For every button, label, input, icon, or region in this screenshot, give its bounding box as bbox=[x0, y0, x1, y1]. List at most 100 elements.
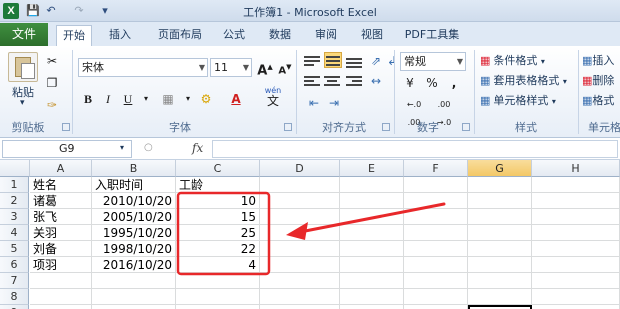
cut-icon[interactable]: ✂ bbox=[42, 52, 62, 70]
font-size-select[interactable]: 11 ▼ bbox=[210, 58, 252, 77]
cell-a8[interactable] bbox=[30, 289, 92, 305]
currency-button[interactable]: ¥ bbox=[400, 74, 420, 92]
cell-styles-button[interactable]: ▦ 单元格样式 ▾ bbox=[480, 92, 556, 108]
cell-h9[interactable] bbox=[532, 305, 620, 309]
row-header-8[interactable]: 8 bbox=[0, 289, 29, 305]
font-color-icon[interactable]: A bbox=[226, 90, 246, 108]
tab-file[interactable]: 文件 bbox=[0, 23, 48, 46]
cell-g2[interactable] bbox=[468, 193, 532, 209]
row-header-5[interactable]: 5 bbox=[0, 241, 29, 257]
row-header-6[interactable]: 6 bbox=[0, 257, 29, 273]
cell-d4[interactable] bbox=[260, 225, 340, 241]
column-header-h[interactable]: H bbox=[532, 160, 620, 177]
font-name-select[interactable]: 宋体 ▼ bbox=[78, 58, 208, 77]
cell-c3[interactable]: 15 bbox=[176, 209, 260, 225]
cell-h3[interactable] bbox=[532, 209, 620, 225]
decrease-indent-icon[interactable]: ⇤ bbox=[304, 94, 324, 112]
column-header-d[interactable]: D bbox=[260, 160, 340, 177]
cell-a3[interactable]: 张飞 bbox=[30, 209, 92, 225]
cell-c7[interactable] bbox=[176, 273, 260, 289]
merge-center-icon[interactable]: ↔ bbox=[366, 72, 386, 90]
cell-d5[interactable] bbox=[260, 241, 340, 257]
format-as-table-button[interactable]: ▦ 套用表格格式 ▾ bbox=[480, 72, 567, 88]
cell-c6[interactable]: 4 bbox=[176, 257, 260, 273]
cell-c2[interactable]: 10 bbox=[176, 193, 260, 209]
cell-a1[interactable]: 姓名 bbox=[30, 177, 92, 193]
cell-f2[interactable] bbox=[404, 193, 468, 209]
select-all-corner[interactable] bbox=[0, 160, 30, 177]
cell-b2[interactable]: 2010/10/20 bbox=[92, 193, 176, 209]
fill-color-icon[interactable]: ⚙ bbox=[196, 90, 216, 108]
increase-decimal-button[interactable]: ←.0 .00 bbox=[400, 96, 428, 127]
row-header-2[interactable]: 2 bbox=[0, 193, 29, 209]
active-cell-g9[interactable] bbox=[468, 305, 532, 309]
column-header-e[interactable]: E bbox=[340, 160, 404, 177]
tab-insert[interactable]: 插入 bbox=[102, 25, 138, 46]
cell-f5[interactable] bbox=[404, 241, 468, 257]
cell-e5[interactable] bbox=[340, 241, 404, 257]
cell-e4[interactable] bbox=[340, 225, 404, 241]
cell-h1[interactable] bbox=[532, 177, 620, 193]
cell-b7[interactable] bbox=[92, 273, 176, 289]
cell-f8[interactable] bbox=[404, 289, 468, 305]
cell-g6[interactable] bbox=[468, 257, 532, 273]
alignment-launcher-icon[interactable] bbox=[382, 123, 390, 131]
cell-b6[interactable]: 2016/10/20 bbox=[92, 257, 176, 273]
format-painter-icon[interactable]: ✑ bbox=[42, 96, 62, 114]
underline-dropdown-icon[interactable]: ▾ bbox=[136, 90, 156, 108]
tab-pdf-tools[interactable]: PDF工具集 bbox=[400, 25, 464, 46]
align-middle-icon[interactable] bbox=[324, 52, 342, 68]
paste-dropdown-icon[interactable]: ▾ bbox=[20, 98, 25, 108]
cell-h7[interactable] bbox=[532, 273, 620, 289]
grow-font-button[interactable]: A▲ bbox=[255, 58, 275, 78]
percent-button[interactable]: % bbox=[422, 74, 442, 92]
cell-d6[interactable] bbox=[260, 257, 340, 273]
cell-g7[interactable] bbox=[468, 273, 532, 289]
align-right-icon[interactable] bbox=[346, 74, 364, 90]
formula-input[interactable] bbox=[212, 140, 618, 158]
cell-g5[interactable] bbox=[468, 241, 532, 257]
cell-e8[interactable] bbox=[340, 289, 404, 305]
shrink-font-button[interactable]: A▼ bbox=[275, 58, 295, 76]
cell-d1[interactable] bbox=[260, 177, 340, 193]
row-header-7[interactable]: 7 bbox=[0, 273, 29, 289]
name-box[interactable]: G9 bbox=[2, 140, 132, 158]
row-header-3[interactable]: 3 bbox=[0, 209, 29, 225]
align-left-icon[interactable] bbox=[304, 74, 322, 90]
cell-c8[interactable] bbox=[176, 289, 260, 305]
number-format-select[interactable]: 常规 ▼ bbox=[400, 52, 466, 71]
cell-g4[interactable] bbox=[468, 225, 532, 241]
column-header-f[interactable]: F bbox=[404, 160, 468, 177]
phonetic-icon[interactable]: wén 文 bbox=[262, 86, 284, 107]
cell-g8[interactable] bbox=[468, 289, 532, 305]
tab-review[interactable]: 审阅 bbox=[310, 25, 342, 46]
name-box-dropdown-icon[interactable]: ▾ bbox=[120, 143, 124, 152]
align-bottom-icon[interactable] bbox=[346, 54, 364, 70]
tab-view[interactable]: 视图 bbox=[356, 25, 388, 46]
tab-formulas[interactable]: 公式 bbox=[218, 25, 250, 46]
insert-cells-button[interactable]: ▦插入 bbox=[582, 52, 614, 68]
cell-a4[interactable]: 关羽 bbox=[30, 225, 92, 241]
cell-e6[interactable] bbox=[340, 257, 404, 273]
increase-indent-icon[interactable]: ⇥ bbox=[324, 94, 344, 112]
font-launcher-icon[interactable] bbox=[284, 123, 292, 131]
tab-data[interactable]: 数据 bbox=[264, 25, 296, 46]
cell-f6[interactable] bbox=[404, 257, 468, 273]
cell-d9[interactable] bbox=[260, 305, 340, 309]
format-cells-button[interactable]: ▦格式 bbox=[582, 92, 614, 108]
cell-h2[interactable] bbox=[532, 193, 620, 209]
comma-button[interactable]: , bbox=[444, 74, 464, 92]
cell-e1[interactable] bbox=[340, 177, 404, 193]
cell-f9[interactable] bbox=[404, 305, 468, 309]
cell-c9[interactable] bbox=[176, 305, 260, 309]
cell-a5[interactable]: 刘备 bbox=[30, 241, 92, 257]
wrap-text-icon[interactable]: ↲ bbox=[382, 52, 402, 70]
cell-b8[interactable] bbox=[92, 289, 176, 305]
paste-icon[interactable] bbox=[8, 52, 38, 82]
clipboard-launcher-icon[interactable] bbox=[62, 123, 70, 131]
cell-b9[interactable] bbox=[92, 305, 176, 309]
cell-a7[interactable] bbox=[30, 273, 92, 289]
row-header-4[interactable]: 4 bbox=[0, 225, 29, 241]
cell-e2[interactable] bbox=[340, 193, 404, 209]
cell-d7[interactable] bbox=[260, 273, 340, 289]
